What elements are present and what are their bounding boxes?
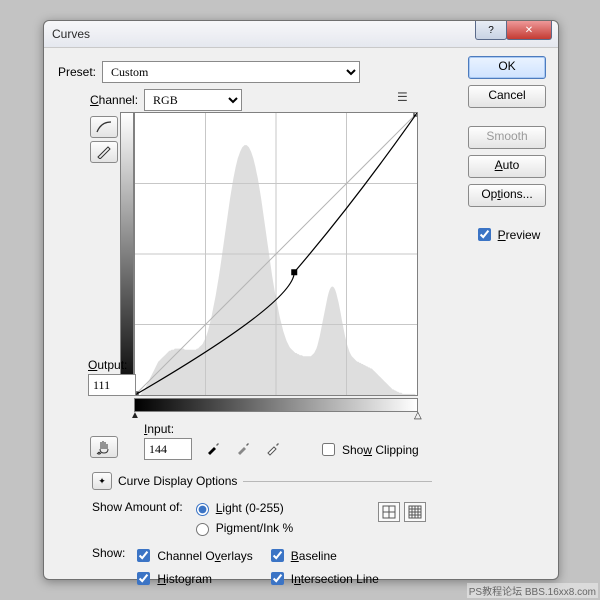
pigment-radio[interactable]: Pigment/Ink % <box>191 520 293 536</box>
preset-select[interactable]: Custom <box>102 61 360 83</box>
watermark: PS教程论坛 BBS.16xx8.com <box>467 583 598 598</box>
ok-button[interactable]: OK <box>468 56 546 79</box>
channel-select[interactable]: RGB <box>144 89 242 111</box>
output-label: Output: <box>88 358 127 372</box>
targeted-adjust-tool[interactable] <box>90 436 118 458</box>
curve-graph[interactable] <box>134 112 418 396</box>
light-radio[interactable]: Light (0-255) <box>191 500 293 516</box>
preset-menu-icon[interactable]: ☰ <box>397 90 408 104</box>
gray-eyedropper-icon[interactable] <box>232 438 254 458</box>
baseline-checkbox[interactable]: Baseline <box>267 546 379 565</box>
disclosure-label: Curve Display Options <box>118 474 237 488</box>
channel-overlays-checkbox[interactable]: Channel Overlays <box>133 546 252 565</box>
output-gradient <box>120 112 134 396</box>
pencil-tool-icon[interactable] <box>90 141 118 163</box>
white-eyedropper-icon[interactable] <box>262 438 284 458</box>
white-point-slider[interactable]: △ <box>414 410 422 421</box>
show-label: Show: <box>92 546 125 588</box>
titlebar[interactable]: Curves ? ✕ <box>44 21 558 48</box>
black-eyedropper-icon[interactable] <box>202 438 224 458</box>
black-point-slider[interactable]: ▲ <box>130 410 140 421</box>
coarse-grid-icon[interactable] <box>378 502 400 522</box>
channel-label: Channel: <box>90 93 138 107</box>
output-field[interactable] <box>88 374 136 396</box>
curves-dialog: Curves ? ✕ Preset: Custom ☰ Channel: RGB <box>43 20 559 580</box>
help-button[interactable]: ? <box>475 21 507 40</box>
dialog-title: Curves <box>52 27 90 41</box>
intersection-checkbox[interactable]: Intersection Line <box>267 569 379 588</box>
auto-button[interactable]: Auto <box>468 155 546 178</box>
fine-grid-icon[interactable] <box>404 502 426 522</box>
divider <box>243 481 432 482</box>
close-button[interactable]: ✕ <box>506 21 552 40</box>
show-clipping-checkbox[interactable]: Show Clipping <box>318 440 419 459</box>
input-gradient <box>134 398 418 412</box>
options-button[interactable]: Options... <box>468 184 546 207</box>
histogram-checkbox[interactable]: Histogram <box>133 569 252 588</box>
smooth-button[interactable]: Smooth <box>468 126 546 149</box>
curve-tool-icon[interactable] <box>90 116 118 138</box>
show-amount-label: Show Amount of: <box>92 500 183 514</box>
disclosure-toggle[interactable]: ✦ <box>92 472 112 490</box>
input-field[interactable] <box>144 438 192 460</box>
preview-checkbox[interactable]: Preview <box>468 225 546 244</box>
cancel-button[interactable]: Cancel <box>468 85 546 108</box>
input-label: Input: <box>144 422 174 436</box>
preset-label: Preset: <box>58 65 96 79</box>
